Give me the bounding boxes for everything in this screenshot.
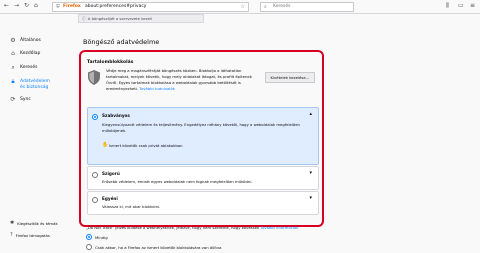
sidebar-item-home[interactable]: ⌂ Kezdőlap (10, 51, 40, 57)
radio-strict[interactable] (92, 172, 98, 178)
page-title: Böngésző adatvédelme (83, 38, 160, 46)
home-icon[interactable]: ⌂ (34, 2, 38, 9)
sync-icon: ⟳ (10, 96, 16, 103)
library-icon[interactable]: ⫼ (446, 2, 449, 10)
notice-text: A böngészőjét a szervezete kezeli (87, 16, 153, 21)
identity-label: Firefox (63, 4, 81, 9)
radio-always[interactable] (86, 234, 92, 240)
sidebar-item-label: Kezdőlap (20, 51, 41, 56)
sidebar-item-label: Firefox támogatás (15, 232, 50, 238)
chevron-down-icon[interactable]: ▾ (309, 170, 312, 176)
search-bar[interactable]: ⌕ Keresés (260, 2, 354, 12)
forward-icon[interactable]: → (14, 2, 19, 9)
preferences-main: ⓘ A böngészőjét a szervezete kezeli Böngé… (78, 14, 418, 253)
dnt-label: „Do Not Track” jelzés küldése a webhelye… (86, 225, 260, 230)
option-standard[interactable]: Szabványos Kiegyensúlyozott védelem és t… (87, 107, 319, 165)
radio-only-when-blocking[interactable] (86, 244, 92, 250)
do-not-track-text: „Do Not Track” jelzés küldése a webhelye… (86, 225, 298, 230)
gear-icon: ⚙ (10, 37, 16, 44)
sidebar-item-label: Kiegészítők és témák (17, 220, 58, 226)
sidebar-item-search[interactable]: ⌕ Keresés (10, 65, 37, 71)
section-title: Tartalomblokkolás (87, 60, 134, 65)
sidebar-toggle-icon[interactable]: ▭ (458, 2, 464, 9)
info-icon: ⓘ (82, 16, 86, 21)
back-icon[interactable]: ← (4, 2, 9, 9)
sidebar-item-label: Általános (20, 38, 41, 43)
manage-exceptions-button[interactable]: Kivételek kezelése… (265, 72, 315, 83)
sidebar-item-support[interactable]: ? Firefox támogatás (10, 232, 50, 238)
section-description: Védje meg a magánszféráját böngészés köz… (106, 68, 256, 92)
sidebar-item-label: Keresés (20, 65, 38, 70)
radio-custom[interactable] (92, 197, 98, 203)
sidebar-item-label: Adatvédelem és biztonság (20, 79, 50, 90)
lock-icon: 🔒︎ (11, 78, 15, 85)
home-icon: ⌂ (11, 50, 15, 57)
content-blocking-section: Tartalomblokkolás Védje meg a magánszfér… (79, 50, 324, 227)
dnt-option-always[interactable]: Mindig (86, 234, 108, 240)
dnt-option-label: Mindig (95, 234, 108, 240)
option-description: Kiegyensúlyozott védelem és teljesítmény… (102, 122, 300, 133)
puzzle-icon: ✱ (10, 220, 15, 226)
preferences-sidebar: ⚙ Általános ⌂ Kezdőlap ⌕ Keresés 🔒︎ Adat… (0, 14, 65, 253)
reload-icon[interactable]: ↻ (24, 2, 29, 9)
option-title: Egyéni (102, 196, 118, 201)
chevron-up-icon[interactable]: ▴ (309, 111, 312, 117)
option-title: Szigorú (102, 171, 120, 176)
sidebar-item-addons[interactable]: ✱ Kiegészítők és témák (10, 220, 58, 226)
sidebar-item-privacy[interactable]: 🔒︎ Adatvédelem és biztonság (10, 79, 56, 90)
sidebar-item-general[interactable]: ⚙ Általános (10, 38, 41, 44)
url-text[interactable]: about:preferences#privacy (85, 3, 146, 11)
chevron-down-icon[interactable]: ▾ (309, 195, 312, 201)
option-custom[interactable]: Egyéni Válassza ki, mit akar blokkolni. … (87, 191, 319, 215)
tracker-icon: ✋ (102, 142, 109, 148)
browser-toolbar: ← → ↻ ⌂ ⛨ Firefox about:preferences#priv… (0, 0, 480, 14)
radio-standard[interactable] (92, 114, 98, 120)
dnt-option-only-when-blocking[interactable]: Csak akkor, ha a Firefox az ismert követ… (86, 244, 221, 250)
dnt-option-label: Csak akkor, ha a Firefox az ismert követ… (95, 244, 222, 250)
managed-notice[interactable]: ⓘ A böngészőjét a szervezete kezeli (78, 14, 204, 23)
help-icon: ? (10, 232, 13, 238)
sidebar-item-label: Sync (20, 97, 31, 102)
option-strict[interactable]: Szigorú Erősebb védelem, emiatt egyes we… (87, 166, 319, 190)
description-text: Védje meg a magánszféráját böngészés köz… (106, 68, 252, 91)
url-bar[interactable]: ⛨ Firefox about:preferences#privacy ☆ (52, 2, 249, 12)
dnt-learn-more-link[interactable]: További információk (260, 225, 298, 230)
bookmark-star-icon[interactable]: ☆ (241, 3, 245, 11)
search-icon: ⌕ (264, 4, 267, 10)
option-description: Válassza ki, mit akar blokkolni. (102, 204, 161, 209)
shield-icon[interactable]: ⛨ (56, 3, 60, 11)
search-icon: ⌕ (11, 64, 15, 71)
tracking-shield-icon (88, 70, 100, 85)
sidebar-item-sync[interactable]: ⟳ Sync (10, 96, 31, 103)
learn-more-link[interactable]: További tudnivalók (139, 86, 175, 91)
option-description: Erősebb védelem, emiatt egyes weboldalak… (102, 179, 253, 184)
option-detail: Ismert követők csak privát ablakokban (109, 143, 183, 148)
menu-icon[interactable]: ≡ (470, 2, 475, 9)
search-placeholder: Keresés (273, 4, 291, 9)
option-title: Szabványos (102, 113, 130, 118)
